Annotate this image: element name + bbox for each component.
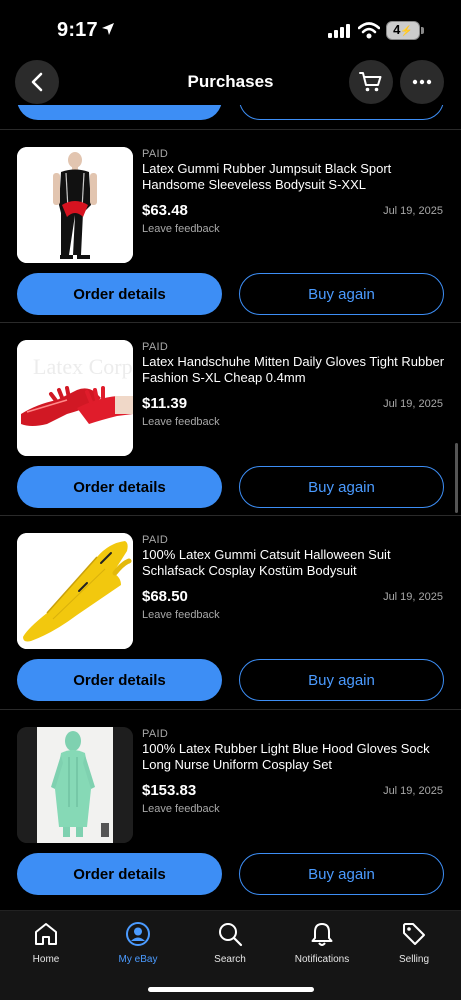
tab-label: Search bbox=[214, 954, 246, 965]
status-bar: 9:17 4⚡ bbox=[0, 0, 461, 60]
order-status: PAID bbox=[142, 534, 169, 546]
image-watermark: Latex Corp bbox=[33, 354, 133, 379]
order-card: PAID Latex Gummi Rubber Jumpsuit Black S… bbox=[0, 130, 461, 323]
product-image[interactable] bbox=[17, 533, 133, 649]
battery-tip bbox=[421, 27, 424, 34]
location-arrow-icon bbox=[102, 23, 114, 35]
tab-label: Home bbox=[32, 954, 60, 965]
buy-again-button[interactable]: Buy again bbox=[239, 273, 444, 315]
tab-notifications[interactable]: Notifications bbox=[276, 919, 368, 975]
product-price: $153.83 bbox=[142, 782, 197, 799]
previous-item-buttons bbox=[0, 105, 461, 129]
cellular-signal-icon bbox=[328, 24, 352, 38]
buy-again-button-partial[interactable] bbox=[239, 105, 444, 120]
product-image[interactable]: Latex Corp bbox=[17, 340, 133, 456]
tab-search[interactable]: Search bbox=[184, 919, 276, 975]
order-card: Latex Corp PAID Latex Handschuhe Mitten … bbox=[0, 323, 461, 516]
order-date: Jul 19, 2025 bbox=[383, 398, 443, 410]
order-details-button-partial[interactable] bbox=[17, 105, 222, 120]
order-details-button[interactable]: Order details bbox=[17, 466, 222, 508]
tab-label: My eBay bbox=[118, 954, 158, 965]
product-price: $68.50 bbox=[142, 588, 188, 605]
order-date: Jul 19, 2025 bbox=[383, 205, 443, 217]
scrollbar[interactable] bbox=[455, 443, 458, 513]
order-details-button[interactable]: Order details bbox=[17, 273, 222, 315]
product-title[interactable]: 100% Latex Gummi Catsuit Halloween Suit … bbox=[142, 547, 447, 579]
cart-icon bbox=[359, 72, 382, 92]
order-status: PAID bbox=[142, 728, 169, 740]
tab-my-ebay[interactable]: My eBay bbox=[92, 919, 184, 975]
home-icon bbox=[35, 923, 57, 945]
order-details-button[interactable]: Order details bbox=[17, 659, 222, 701]
tab-label: Notifications bbox=[294, 954, 350, 965]
order-card: PAID 100% Latex Gummi Catsuit Halloween … bbox=[0, 516, 461, 709]
leave-feedback-link[interactable]: Leave feedback bbox=[142, 223, 220, 235]
product-title[interactable]: 100% Latex Rubber Light Blue Hood Gloves… bbox=[142, 741, 447, 773]
purchase-list[interactable]: PAID Latex Gummi Rubber Jumpsuit Black S… bbox=[0, 105, 461, 910]
more-options-button[interactable] bbox=[400, 60, 444, 104]
order-card: PAID 100% Latex Rubber Light Blue Hood G… bbox=[0, 710, 461, 903]
more-horizontal-icon bbox=[412, 79, 432, 85]
bottom-tab-bar: Home My eBay Search Notifications Sellin… bbox=[0, 910, 461, 1000]
leave-feedback-link[interactable]: Leave feedback bbox=[142, 609, 220, 621]
leave-feedback-link[interactable]: Leave feedback bbox=[142, 803, 220, 815]
buy-again-button[interactable]: Buy again bbox=[239, 853, 444, 895]
tag-icon bbox=[403, 923, 425, 945]
order-date: Jul 19, 2025 bbox=[383, 785, 443, 797]
header: Purchases bbox=[0, 58, 461, 106]
product-price: $11.39 bbox=[142, 395, 188, 412]
bell-icon bbox=[311, 923, 333, 946]
product-title[interactable]: Latex Gummi Rubber Jumpsuit Black Sport … bbox=[142, 161, 447, 193]
cart-button[interactable] bbox=[349, 60, 393, 104]
clock: 9:17 bbox=[57, 19, 98, 41]
tab-home[interactable]: Home bbox=[0, 919, 92, 975]
home-indicator[interactable] bbox=[148, 987, 314, 992]
product-title[interactable]: Latex Handschuhe Mitten Daily Gloves Tig… bbox=[142, 354, 447, 386]
buy-again-button[interactable]: Buy again bbox=[239, 659, 444, 701]
product-price: $63.48 bbox=[142, 202, 188, 219]
order-details-button[interactable]: Order details bbox=[17, 853, 222, 895]
search-icon bbox=[219, 923, 243, 947]
wifi-icon bbox=[358, 22, 380, 39]
leave-feedback-link[interactable]: Leave feedback bbox=[142, 416, 220, 428]
user-icon bbox=[126, 922, 150, 946]
buy-again-button[interactable]: Buy again bbox=[239, 466, 444, 508]
product-image[interactable] bbox=[17, 727, 133, 843]
product-image[interactable] bbox=[17, 147, 133, 263]
order-status: PAID bbox=[142, 341, 169, 353]
battery-icon: 4⚡ bbox=[386, 21, 420, 40]
tab-label: Selling bbox=[398, 954, 430, 965]
order-date: Jul 19, 2025 bbox=[383, 591, 443, 603]
order-status: PAID bbox=[142, 148, 169, 160]
tab-selling[interactable]: Selling bbox=[368, 919, 460, 975]
